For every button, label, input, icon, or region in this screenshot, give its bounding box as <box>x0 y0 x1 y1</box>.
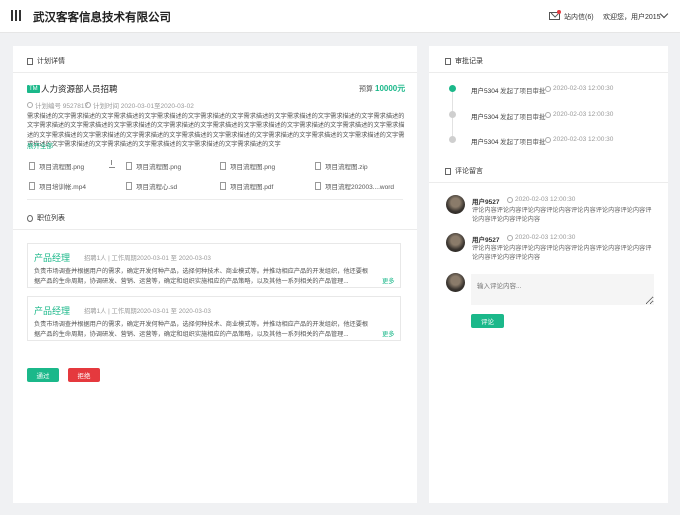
file-item[interactable]: 项目流程图.png <box>29 161 84 171</box>
company-name: 武汉客客信息技术有限公司 <box>33 12 171 24</box>
file-icon <box>126 182 132 190</box>
comment-submit-button[interactable]: 评论 <box>471 314 504 328</box>
audit-action: 发起了项目审批 <box>500 139 546 146</box>
jobs-section-title: 职位列表 <box>37 215 65 222</box>
file-icon <box>126 162 132 170</box>
expand-all-link[interactable]: 展开全部 <box>27 140 53 150</box>
job-title[interactable]: 产品经理 <box>34 251 70 264</box>
comments-section-title: 评论留言 <box>455 168 483 175</box>
file-icon <box>220 182 226 190</box>
file-item[interactable]: 项目培训帐.mp4 <box>29 181 86 191</box>
user-icon <box>27 214 33 222</box>
timeline-dot <box>449 85 456 92</box>
download-icon[interactable] <box>109 160 115 168</box>
messages-link[interactable]: 站内信(6) <box>564 12 594 22</box>
audit-action: 发起了项目审批 <box>500 114 546 121</box>
top-bar: 武汉客客信息技术有限公司 站内信(6) 欢迎您，用户2015 <box>0 0 680 33</box>
clock-icon <box>507 196 513 203</box>
budget-label: 预算 <box>359 86 373 93</box>
comment-time: 2020-02-03 12:00:30 <box>507 234 575 241</box>
clock-icon <box>507 234 513 241</box>
file-icon <box>29 162 35 170</box>
job-description: 负责市场调查并根据用户的需求，确定开发何种产品，选择何种技术、商业模式等。并推动… <box>34 268 369 285</box>
chevron-down-icon[interactable] <box>659 9 669 19</box>
comments-section-header: 评论留言 <box>445 166 483 176</box>
file-item[interactable]: 项目流程图.png <box>126 161 181 171</box>
comment-text: 评论内容评论内容评论内容评论内容评论内容评论内容评论内容评论内容评论内容评论内容 <box>472 207 652 224</box>
avatar <box>446 233 465 252</box>
menu-icon[interactable] <box>11 10 21 21</box>
divider <box>429 72 668 73</box>
audit-user: 用户5304 <box>471 88 499 95</box>
sidebar-panel: 审批记录 用户5304 发起了项目审批 2020-02-03 12:00:30 … <box>429 46 668 503</box>
job-card[interactable]: 产品经理 招聘1人 | 工作周期2020-03-01 至 2020-03-03 … <box>27 243 401 288</box>
comment-user: 用户9527 <box>472 199 500 206</box>
edit-icon <box>445 167 451 175</box>
edit-icon <box>445 57 451 65</box>
comment-user: 用户9527 <box>472 237 500 244</box>
clock-icon <box>85 102 91 108</box>
job-more-link[interactable]: 更多 <box>382 276 395 285</box>
clock-icon <box>27 102 33 108</box>
audit-section-header: 审批记录 <box>445 56 483 66</box>
job-description: 负责市场调查并根据用户的需求，确定开发何种产品，选择何种技术、商业模式等。并推动… <box>34 321 369 338</box>
document-icon <box>27 57 33 65</box>
audit-section-title: 审批记录 <box>455 58 483 65</box>
clock-icon <box>545 136 551 143</box>
file-item[interactable]: 项目流程心.sd <box>126 181 177 191</box>
plan-description: 需求描述的文字需求描述的文字需求描述的文字需求描述的文字需求描述的文字需求描述的… <box>27 113 405 149</box>
file-item[interactable]: 项目流程202003....word <box>315 181 394 191</box>
file-item[interactable]: 项目流程图.pdf <box>220 181 273 191</box>
divider <box>27 199 403 200</box>
plan-title: 人力资源部人员招聘 <box>41 84 118 94</box>
user-menu[interactable]: 欢迎您，用户2015 <box>603 12 661 22</box>
plan-section-header: 计划详情 <box>27 56 65 66</box>
file-icon <box>220 162 226 170</box>
job-title[interactable]: 产品经理 <box>34 304 70 317</box>
plan-panel: 计划详情 TM 人力资源部人员招聘 预算 10000元 计划编号 9527817… <box>13 46 417 503</box>
job-meta: 招聘1人 | 工作周期2020-03-01 至 2020-03-03 <box>84 255 211 262</box>
avatar <box>446 195 465 214</box>
file-item[interactable]: 项目流程图.zip <box>315 161 368 171</box>
job-card[interactable]: 产品经理 招聘1人 | 工作周期2020-03-01 至 2020-03-03 … <box>27 296 401 341</box>
audit-time: 2020-02-03 12:00:30 <box>545 85 613 92</box>
audit-time: 2020-02-03 12:00:30 <box>545 136 613 143</box>
audit-user: 用户5304 <box>471 139 499 146</box>
notification-dot <box>557 10 561 14</box>
plan-number: 计划编号 9527817 <box>27 100 88 110</box>
budget-value: 10000元 <box>375 84 406 93</box>
plan-section-title: 计划详情 <box>37 58 65 65</box>
timeline-dot <box>449 136 456 143</box>
comment-time: 2020-02-03 12:00:30 <box>507 196 575 203</box>
timeline-dot <box>449 111 456 118</box>
file-icon <box>29 182 35 190</box>
divider <box>429 182 668 183</box>
audit-user: 用户5304 <box>471 114 499 121</box>
plan-time: 计划时间 2020-03-01至2020-03-02 <box>85 100 194 110</box>
file-icon <box>315 182 321 190</box>
pass-button[interactable]: 通过 <box>27 368 59 382</box>
audit-time: 2020-02-03 12:00:30 <box>545 111 613 118</box>
audit-action: 发起了项目审批 <box>500 88 546 95</box>
divider <box>13 72 417 73</box>
file-item[interactable]: 项目流程图.png <box>220 161 275 171</box>
file-icon <box>315 162 321 170</box>
clock-icon <box>545 85 551 92</box>
jobs-section-header: 职位列表 <box>27 213 65 223</box>
comment-input[interactable] <box>471 274 654 305</box>
clock-icon <box>545 111 551 118</box>
job-meta: 招聘1人 | 工作周期2020-03-01 至 2020-03-03 <box>84 308 211 315</box>
divider <box>13 229 417 230</box>
plan-tag: TM <box>27 85 40 93</box>
job-more-link[interactable]: 更多 <box>382 329 395 338</box>
reject-button[interactable]: 拒绝 <box>68 368 100 382</box>
avatar <box>446 273 465 292</box>
comment-text: 评论内容评论内容评论内容评论内容评论内容评论内容评论内容评论内容评论内容评论内容 <box>472 245 652 262</box>
